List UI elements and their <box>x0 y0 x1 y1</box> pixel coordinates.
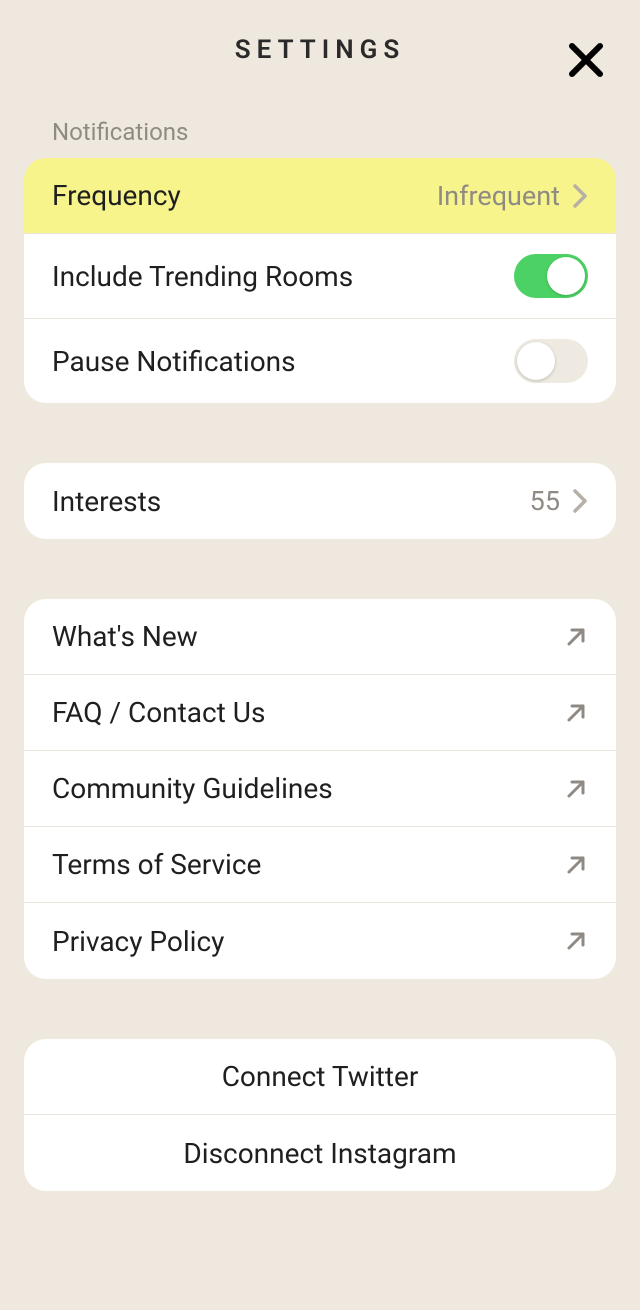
frequency-value: Infrequent <box>437 180 560 212</box>
row-frequency[interactable]: Frequency Infrequent <box>24 158 616 234</box>
row-connect-twitter[interactable]: Connect Twitter <box>24 1039 616 1115</box>
external-link-icon <box>564 853 588 877</box>
external-link-icon <box>564 929 588 953</box>
interests-label: Interests <box>52 485 161 518</box>
connect-twitter-label: Connect Twitter <box>222 1060 419 1093</box>
privacy-label: Privacy Policy <box>52 925 224 958</box>
notifications-card: Frequency Infrequent Include Trending Ro… <box>24 158 616 403</box>
community-label: Community Guidelines <box>52 772 333 805</box>
row-community[interactable]: Community Guidelines <box>24 751 616 827</box>
row-privacy[interactable]: Privacy Policy <box>24 903 616 979</box>
page-title: SETTINGS <box>235 35 405 65</box>
row-whats-new[interactable]: What's New <box>24 599 616 675</box>
social-card: Connect Twitter Disconnect Instagram <box>24 1039 616 1191</box>
pause-label: Pause Notifications <box>52 345 296 378</box>
row-tos[interactable]: Terms of Service <box>24 827 616 903</box>
tos-label: Terms of Service <box>52 848 261 881</box>
chevron-right-icon <box>572 183 588 209</box>
row-interests[interactable]: Interests 55 <box>24 463 616 539</box>
pause-toggle[interactable] <box>514 339 588 383</box>
external-link-icon <box>564 701 588 725</box>
interests-count: 55 <box>530 485 560 517</box>
frequency-label: Frequency <box>52 179 181 212</box>
section-label-notifications: Notifications <box>0 100 640 158</box>
faq-label: FAQ / Contact Us <box>52 696 265 729</box>
trending-toggle[interactable] <box>514 254 588 298</box>
header: SETTINGS <box>0 0 640 100</box>
trending-label: Include Trending Rooms <box>52 260 353 293</box>
links-card: What's New FAQ / Contact Us Community Gu… <box>24 599 616 979</box>
chevron-right-icon <box>572 488 588 514</box>
whats-new-label: What's New <box>52 620 198 653</box>
close-icon <box>566 40 606 80</box>
close-button[interactable] <box>566 40 606 80</box>
external-link-icon <box>564 777 588 801</box>
row-disconnect-instagram[interactable]: Disconnect Instagram <box>24 1115 616 1191</box>
row-pause: Pause Notifications <box>24 319 616 403</box>
row-faq[interactable]: FAQ / Contact Us <box>24 675 616 751</box>
interests-card: Interests 55 <box>24 463 616 539</box>
row-trending: Include Trending Rooms <box>24 234 616 319</box>
external-link-icon <box>564 625 588 649</box>
disconnect-instagram-label: Disconnect Instagram <box>183 1137 456 1170</box>
